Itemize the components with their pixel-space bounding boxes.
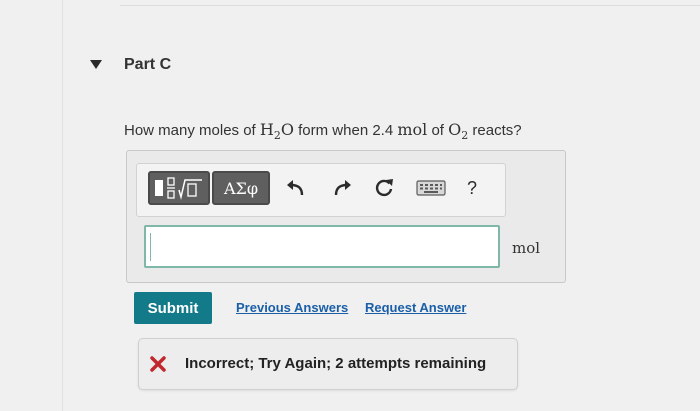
- keyboard-button[interactable]: [414, 174, 448, 202]
- greek-symbols-button[interactable]: ΑΣφ: [212, 171, 270, 205]
- templates-icon: [155, 177, 202, 200]
- feedback-message: Incorrect; Try Again; 2 attempts remaini…: [185, 355, 487, 372]
- keyboard-icon: [416, 180, 446, 196]
- h2o-formula: H2O: [259, 120, 294, 143]
- answer-input[interactable]: [144, 225, 500, 268]
- part-title: Part C: [124, 56, 172, 73]
- reset-icon: [375, 179, 393, 197]
- o2-main: O: [448, 120, 462, 139]
- o2-formula: O2: [448, 120, 468, 142]
- undo-button[interactable]: [282, 174, 310, 202]
- redo-icon: [334, 180, 351, 196]
- question-middle: form when 2.4: [293, 122, 398, 139]
- answer-unit: mol: [512, 239, 541, 257]
- question-suffix: reacts?: [468, 122, 522, 139]
- templates-button[interactable]: [148, 171, 210, 205]
- question-of: of: [427, 122, 449, 139]
- section-divider: [120, 5, 700, 6]
- text-caret: [150, 233, 151, 261]
- collapse-triangle-icon[interactable]: [90, 60, 102, 70]
- h2o-tail: O: [280, 120, 294, 139]
- undo-icon: [287, 180, 304, 196]
- left-border: [62, 0, 63, 411]
- redo-button[interactable]: [328, 174, 356, 202]
- help-button[interactable]: ?: [458, 174, 486, 202]
- request-answer-link[interactable]: Request Answer: [365, 300, 466, 315]
- submit-button[interactable]: Submit: [134, 292, 212, 324]
- reset-button[interactable]: [370, 174, 398, 202]
- question-unit: mol: [397, 120, 428, 139]
- question-prefix: How many moles of: [124, 122, 260, 139]
- h2o-subscript: 2: [273, 129, 281, 143]
- h2o-main: H: [259, 120, 274, 139]
- question-text: How many moles of H2O form when 2.4 mol …: [124, 120, 522, 142]
- x-icon: [150, 356, 166, 372]
- previous-answers-link[interactable]: Previous Answers: [236, 300, 348, 315]
